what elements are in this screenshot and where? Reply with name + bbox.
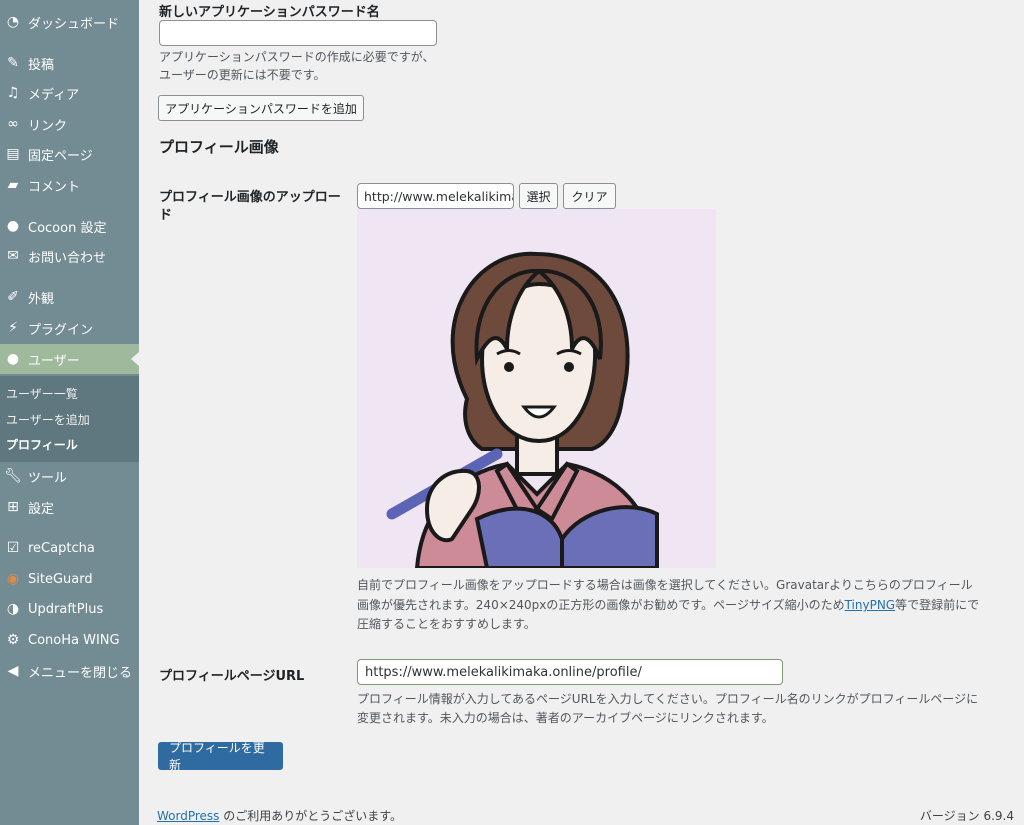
app-password-desc-2: ユーザーの更新には不要です。 [159,68,326,82]
profile-url-desc-1: プロフィール情報が入力してあるページURLを入力してください。プロフィール名のリ… [357,692,979,706]
profile-image-desc-3: 圧縮することをおすすめします。 [357,617,536,631]
avatar-illustration [386,251,660,568]
cocoon-icon: ● [6,218,20,234]
sidebar-item-users[interactable]: ● ユーザー [0,344,139,374]
sidebar-item-recaptcha[interactable]: ☑ reCaptcha [0,535,139,561]
profile-url-desc-2: 変更されます。未入力の場合は、著者のアーカイブページにリンクされます。 [357,711,774,725]
link-icon: ∞ [7,116,19,132]
sidebar-item-updraftplus[interactable]: ◑ UpdraftPlus [0,596,139,622]
tinypng-link[interactable]: TinyPNG [845,598,896,612]
profile-url-input[interactable]: https://www.melekalikimaka.online/profil… [357,659,783,685]
sidebar-item-dashboard[interactable]: ◔ ダッシュボード [0,9,139,35]
clear-image-button[interactable]: クリア [563,183,616,209]
sidebar-item-media[interactable]: ♫ メディア [0,80,139,106]
footer-thanks: WordPress のご利用ありがとうございます。 [157,809,403,823]
collapse-icon: ◀ [7,663,19,679]
gear-icon: ⚙ [6,632,20,648]
wordpress-link[interactable]: WordPress [157,809,219,823]
submenu-item-all-users[interactable]: ユーザー一覧 [6,385,78,402]
profile-image-desc-1: 自前でプロフィール画像をアップロードする場合は画像を選択してください。Grava… [357,578,973,592]
page-icon: ▤ [6,146,20,162]
sidebar-item-cocoon[interactable]: ● Cocoon 設定 [0,213,139,239]
pin-icon: ✎ [7,55,19,71]
sidebar-item-settings[interactable]: ⊞ 設定 [0,494,139,520]
sidebar-item-tools[interactable]: 🔧︎ ツール [0,463,139,489]
updraft-icon: ◑ [6,601,20,617]
collapse-menu-button[interactable]: ◀ メニューを閉じる [0,658,139,684]
sidebar-item-conoha-wing[interactable]: ⚙ ConoHa WING [0,627,139,653]
sidebar-item-posts[interactable]: ✎ 投稿 [0,50,139,76]
mail-icon: ✉ [7,248,19,264]
wrench-icon: 🔧︎ [4,468,22,484]
users-submenu: ユーザー一覧 ユーザーを追加 プロフィール [0,376,139,462]
sidebar-item-comments[interactable]: ▰ コメント [0,172,139,198]
admin-sidebar: ◔ ダッシュボード ✎ 投稿 ♫ メディア ∞ リンク ▤ 固定ページ ▰ コメ… [0,0,139,825]
add-app-password-button[interactable]: アプリケーションパスワードを追加 [158,95,364,121]
footer-version: バージョン 6.9.4 [919,809,1014,823]
media-icon: ♫ [6,85,20,101]
submenu-item-profile[interactable]: プロフィール [6,436,78,453]
profile-image-upload-label-1: プロフィール画像のアップロー [159,190,341,205]
siteguard-icon: ◉ [6,571,20,587]
brush-icon: ✐ [7,289,19,305]
sidebar-item-appearance[interactable]: ✐ 外観 [0,284,139,310]
update-profile-button[interactable]: プロフィールを更新 [158,741,283,772]
check-icon: ☑ [6,540,20,556]
app-password-name-input[interactable] [159,20,437,46]
sidebar-item-pages[interactable]: ▤ 固定ページ [0,141,139,167]
comment-icon: ▰ [7,177,19,193]
settings-icon: ⊞ [7,499,19,515]
user-icon: ● [6,351,20,367]
sidebar-item-plugins[interactable]: ⚡ プラグイン [0,315,139,341]
sidebar-item-siteguard[interactable]: ◉ SiteGuard [0,566,139,592]
app-password-desc-1: アプリケーションパスワードの作成に必要ですが、 [159,50,435,64]
select-image-button[interactable]: 選択 [519,183,558,209]
profile-image-upload-label-2: ド [159,208,173,223]
app-password-label: 新しいアプリケーションパスワード名 [159,5,380,20]
submenu-item-add-user[interactable]: ユーザーを追加 [6,411,90,428]
dashboard-icon: ◔ [6,14,20,30]
profile-image-heading: プロフィール画像 [159,138,279,156]
profile-url-label: プロフィールページURL [159,669,305,684]
sidebar-item-contact[interactable]: ✉ お問い合わせ [0,243,139,269]
profile-image-url-input[interactable]: http://www.melekalikima [357,183,514,209]
plugin-icon: ⚡ [8,320,18,336]
profile-image-desc-2: 画像が優先されます。240×240pxの正方形の画像がお勧めです。ページサイズ縮… [357,598,980,612]
sidebar-item-links[interactable]: ∞ リンク [0,111,139,137]
profile-avatar-image [357,209,716,568]
main-content: 新しいアプリケーションパスワード名 アプリケーションパスワードの作成に必要ですが… [139,0,1024,825]
